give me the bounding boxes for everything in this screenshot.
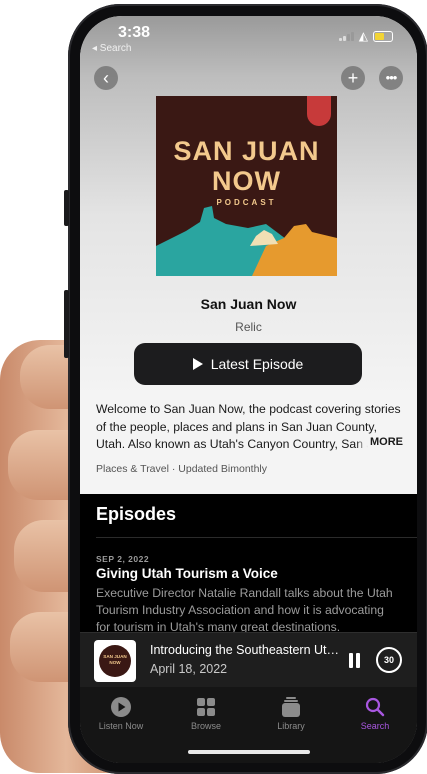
status-icons: ◭: [338, 29, 393, 43]
magnifier-icon: [340, 695, 410, 719]
tab-label: Browse: [190, 721, 221, 731]
pause-icon[interactable]: [348, 653, 361, 668]
divider: [96, 537, 417, 538]
mini-player-artwork: SAN JUAN NOW: [94, 640, 136, 682]
mini-player-title: Introducing the Southeastern Utah Podcas…: [150, 643, 340, 657]
add-button[interactable]: +: [341, 66, 365, 90]
episodes-header: Episodes: [96, 504, 177, 524]
broadcast-badge-icon: [307, 96, 331, 126]
stack-icon: [256, 695, 326, 719]
mini-player-date: April 18, 2022: [150, 662, 228, 676]
more-link[interactable]: MORE: [356, 436, 403, 448]
artwork-title-line2: NOW: [212, 166, 281, 196]
home-indicator: [188, 750, 310, 754]
phone-screen: 3:38 ◂ Search ◭ ‹ + ••• SAN JUAN NOW POD…: [80, 16, 417, 763]
episode-title[interactable]: Giving Utah Tourism a Voice: [96, 566, 278, 581]
mini-artwork-label: SAN JUAN NOW: [99, 645, 131, 677]
tab-label: Search: [360, 721, 390, 731]
tab-label: Library: [277, 721, 305, 731]
play-icon: [192, 358, 203, 370]
ellipsis-icon: •••: [385, 70, 398, 85]
podcast-title: San Juan Now: [200, 296, 297, 312]
artwork-title-line1: SAN JUAN: [173, 136, 320, 166]
skip-seconds-label: 30: [383, 655, 394, 665]
podcast-meta: Places & Travel · Updated Bimonthly: [96, 463, 267, 475]
tab-library[interactable]: Library: [256, 695, 326, 731]
play-circle-icon: [86, 695, 156, 719]
mini-player[interactable]: SAN JUAN NOW Introducing the Southeaster…: [80, 632, 417, 687]
chevron-left-icon: ‹: [103, 68, 109, 88]
skip-forward-30-icon[interactable]: 30: [376, 647, 402, 673]
plus-icon: +: [347, 68, 359, 88]
tab-label: Listen Now: [98, 721, 144, 731]
podcast-author[interactable]: Relic: [80, 320, 417, 334]
wifi-icon: ◭: [358, 29, 368, 43]
podcast-artwork: SAN JUAN NOW PODCAST: [156, 96, 337, 276]
back-to-search-link[interactable]: ◂ Search: [92, 43, 131, 54]
latest-episode-label: Latest Episode: [210, 356, 304, 372]
signal-icon: [338, 31, 354, 41]
tab-search[interactable]: Search: [340, 695, 410, 731]
artwork-subtitle: PODCAST: [216, 198, 277, 207]
tab-browse[interactable]: Browse: [171, 695, 241, 731]
status-time: 3:38: [118, 24, 151, 41]
episode-description: Executive Director Natalie Randall talks…: [96, 586, 393, 633]
mute-switch: [64, 190, 69, 226]
more-button[interactable]: •••: [379, 66, 403, 90]
grid-icon: [171, 695, 241, 719]
back-button[interactable]: ‹: [94, 66, 118, 90]
latest-episode-button[interactable]: Latest Episode: [134, 343, 362, 385]
battery-icon: [373, 30, 393, 42]
podcast-description-text: Welcome to San Juan Now, the podcast cov…: [96, 402, 401, 451]
episode-date: SEP 2, 2022: [96, 554, 150, 564]
volume-button: [64, 290, 69, 358]
tab-listen-now[interactable]: Listen Now: [86, 695, 156, 731]
